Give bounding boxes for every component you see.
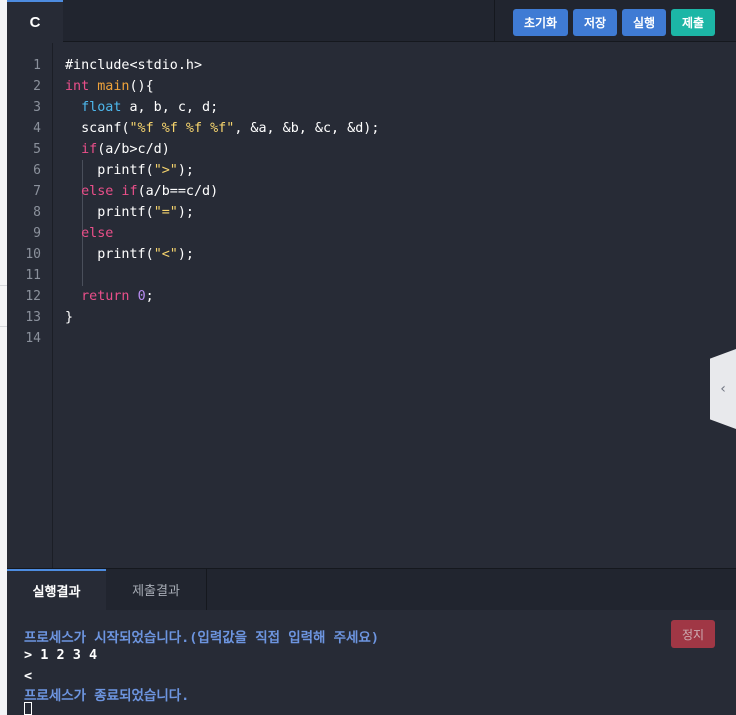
page-left-edge [0,0,7,715]
line-number: 2 [33,79,41,94]
code-line-13: } [65,310,74,325]
terminal-end-line: 프로세스가 종료되었습니다. [24,688,190,704]
submit-button[interactable]: 제출 [671,9,715,36]
stop-button[interactable]: 정지 [671,620,715,648]
line-number-gutter: 1 2 3 4 5 6 7 8 9 10 11 12 13 14 [7,43,53,568]
code-line-9: else [81,226,114,241]
line-number: 5 [33,142,41,157]
line-number: 13 [25,310,41,325]
line-number: 7 [33,184,41,199]
code-line-4: scanf("%f %f %f %f", &a, &b, &c, &d); [81,121,380,136]
code-line-2: int main(){ [65,79,154,94]
editor-tabbar: C 초기화 저장 실행 제출 [7,0,736,42]
run-button[interactable]: 실행 [622,9,666,36]
line-number: 14 [25,331,41,346]
terminal-result-line: < [24,668,33,684]
line-number: 9 [33,226,41,241]
line-number: 6 [33,163,41,178]
code-line-6: printf(">"); [97,163,194,178]
chevron-left-icon[interactable]: ‹ [710,349,736,429]
code-line-8: printf("="); [97,205,194,220]
terminal-cursor [24,702,32,715]
code-line-5: if(a/b>c/d) [81,142,170,157]
code-line-3: float a, b, c, d; [81,100,219,115]
tab-run-result[interactable]: 실행결과 [7,569,106,610]
code-line-12: return 0; [81,289,154,304]
line-number: 4 [33,121,41,136]
code-ide: C 초기화 저장 실행 제출 1 2 3 4 5 6 7 8 9 10 11 12 13 14 #incl… [7,0,736,715]
line-number: 10 [25,247,41,262]
output-terminal[interactable]: 프로세스가 시작되었습니다.(입력값을 직접 입력해 주세요) > 1 2 3 … [7,610,736,715]
line-number: 11 [25,268,41,283]
reset-button[interactable]: 초기화 [513,9,568,36]
language-tab[interactable]: C [7,0,63,42]
code-line-7: else if(a/b==c/d) [81,184,219,199]
output-tabbar: 실행결과 제출결과 [7,568,736,610]
line-number: 1 [33,58,41,73]
line-number: 12 [25,289,41,304]
terminal-input-line: > 1 2 3 4 [24,647,98,663]
terminal-start-line: 프로세스가 시작되었습니다.(입력값을 직접 입력해 주세요) [24,630,379,646]
code-line-10: printf("<"); [97,247,194,262]
line-number: 8 [33,205,41,220]
save-button[interactable]: 저장 [573,9,617,36]
tab-submit-result[interactable]: 제출결과 [106,569,207,610]
code-line-1: #include<stdio.h> [65,58,203,73]
line-number: 3 [33,100,41,115]
